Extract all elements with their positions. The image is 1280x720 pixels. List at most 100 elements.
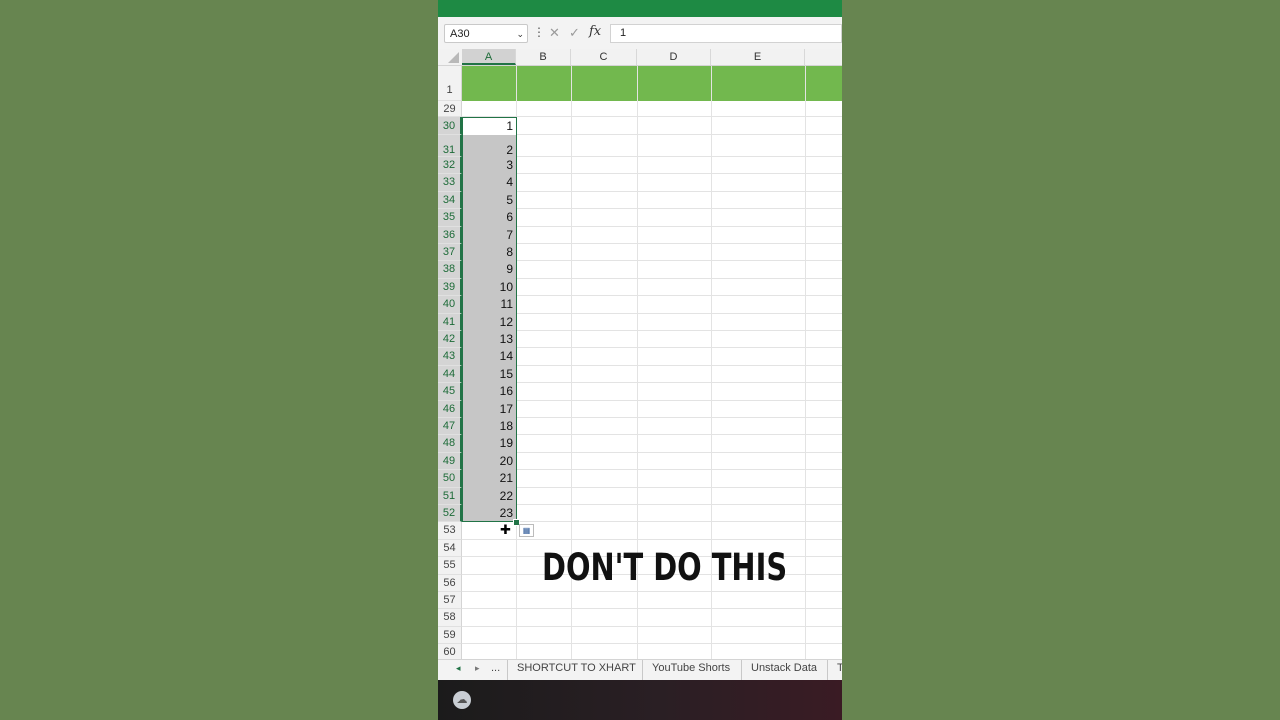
cell-a[interactable]: 15 — [462, 365, 516, 384]
row-header[interactable]: 30 — [438, 117, 462, 135]
weather-icon[interactable]: ☁ — [453, 691, 471, 709]
row-header[interactable]: 31 — [438, 135, 462, 157]
cell-a[interactable]: 7 — [462, 226, 516, 244]
cell-a[interactable]: 3 — [462, 157, 516, 175]
insert-function-icon[interactable]: fx — [589, 24, 601, 39]
gridline — [462, 347, 842, 349]
row-header[interactable]: 32 — [438, 157, 462, 175]
chevron-down-icon[interactable]: ⌄ — [516, 25, 524, 44]
row-header[interactable]: 49 — [438, 452, 462, 471]
row-header[interactable]: 45 — [438, 383, 462, 401]
cell-a[interactable]: 13 — [462, 331, 516, 349]
sheet-tab[interactable]: SHORTCUT TO XHART — [507, 660, 645, 680]
row-header[interactable]: 42 — [438, 331, 462, 349]
row-header[interactable]: 55 — [438, 557, 462, 575]
row-header[interactable]: 33 — [438, 174, 462, 192]
gridline — [462, 364, 842, 366]
row-header[interactable]: 48 — [438, 435, 462, 453]
gridline — [462, 417, 842, 418]
row-header[interactable]: 39 — [438, 278, 462, 297]
select-all-icon[interactable] — [448, 52, 459, 63]
gridline — [462, 504, 842, 505]
gridline — [462, 190, 842, 192]
row-header[interactable]: 57 — [438, 592, 462, 610]
formula-bar: A30 ⌄ ⋮ ✕ ✓ fx 1 — [438, 17, 842, 50]
cell-a[interactable]: 21 — [462, 470, 516, 488]
sheet-tab[interactable]: Unstack Data — [741, 660, 826, 680]
sheet-tab-bar: ◂ ▸ ... SHORTCUT TO XHART YouTube Shorts… — [438, 659, 842, 681]
column-header-a[interactable]: A — [462, 49, 516, 65]
cell-a[interactable]: 17 — [462, 400, 516, 418]
cell-a[interactable]: 1 — [462, 117, 516, 135]
cell-a[interactable]: 6 — [462, 209, 516, 227]
cell-a[interactable]: 9 — [462, 261, 516, 279]
gridline — [462, 608, 842, 610]
name-box[interactable]: A30 ⌄ — [444, 24, 528, 43]
row-header[interactable]: 43 — [438, 348, 462, 366]
row-header[interactable]: 40 — [438, 296, 462, 314]
title-bar — [438, 0, 842, 17]
row-header[interactable]: 47 — [438, 418, 462, 436]
cell-a[interactable]: 4 — [462, 174, 516, 192]
row-header[interactable]: 46 — [438, 400, 462, 418]
gridline — [462, 434, 842, 436]
cell-a[interactable]: 16 — [462, 383, 516, 401]
more-options-icon[interactable]: ⋮ — [533, 26, 545, 38]
row-header[interactable]: 29 — [438, 101, 462, 117]
enter-icon[interactable]: ✓ — [569, 25, 580, 41]
gridline — [462, 134, 842, 135]
cell-a[interactable]: 11 — [462, 296, 516, 314]
gridline — [462, 156, 842, 157]
row-header[interactable]: 50 — [438, 470, 462, 488]
cell-a[interactable]: 8 — [462, 244, 516, 262]
column-header-c[interactable]: C — [571, 49, 637, 65]
row-header[interactable]: 44 — [438, 365, 462, 384]
row-header[interactable]: 59 — [438, 626, 462, 645]
gridline — [462, 486, 842, 488]
tab-next-icon[interactable]: ▸ — [475, 663, 480, 674]
column-header-e[interactable]: E — [711, 49, 805, 65]
row-header[interactable]: 58 — [438, 609, 462, 627]
row-header[interactable]: 34 — [438, 191, 462, 210]
row-header[interactable]: 1 — [438, 66, 462, 101]
column-header-b[interactable]: B — [516, 49, 571, 65]
row-header[interactable]: 41 — [438, 313, 462, 331]
name-box-value: A30 — [450, 28, 470, 40]
column-header-d[interactable]: D — [637, 49, 711, 65]
formula-input[interactable]: 1 — [610, 24, 842, 43]
worksheet-grid[interactable]: 1 29 30 1 31 2 32 3 33 4 34 5 35 6 36 7 37 8 38 9 39 10 40 11 41… — [438, 66, 842, 662]
cell-a[interactable]: 5 — [462, 191, 516, 210]
row-header[interactable]: 54 — [438, 539, 462, 558]
gridline — [462, 312, 842, 314]
row-header[interactable]: 35 — [438, 209, 462, 227]
tab-prev-icon[interactable]: ◂ — [456, 663, 461, 674]
row-header[interactable]: 56 — [438, 574, 462, 592]
cell-a[interactable]: 10 — [462, 278, 516, 297]
cell-a[interactable]: 23 — [462, 505, 516, 523]
gridline — [462, 399, 842, 401]
autofill-options-icon[interactable]: ▦ — [519, 524, 534, 538]
row-header[interactable]: 37 — [438, 244, 462, 262]
cell-a[interactable]: 2 — [462, 135, 516, 157]
sheet-tab[interactable]: YouTube Shorts — [642, 660, 739, 680]
sheet-tab[interactable]: T — [827, 660, 842, 680]
column-headers: ABCDE — [438, 49, 842, 66]
gridline — [462, 451, 842, 453]
cell-a[interactable]: 18 — [462, 418, 516, 436]
cell-a[interactable]: 22 — [462, 487, 516, 505]
cell-a[interactable]: 14 — [462, 348, 516, 366]
row-header[interactable]: 52 — [438, 505, 462, 523]
cell-a[interactable]: 19 — [462, 435, 516, 453]
row-header[interactable]: 38 — [438, 261, 462, 279]
row-header[interactable]: 36 — [438, 226, 462, 244]
taskbar: ☁ — [438, 680, 842, 720]
cancel-icon[interactable]: ✕ — [549, 25, 560, 41]
row-header[interactable]: 51 — [438, 487, 462, 505]
cell-a[interactable]: 12 — [462, 313, 516, 331]
gridline — [462, 469, 842, 471]
video-caption: DON'T DO THIS — [542, 546, 788, 589]
gridline — [462, 295, 842, 297]
more-sheets-button[interactable]: ... — [491, 662, 500, 674]
cell-a[interactable]: 20 — [462, 452, 516, 471]
row-header[interactable]: 53 — [438, 522, 462, 540]
